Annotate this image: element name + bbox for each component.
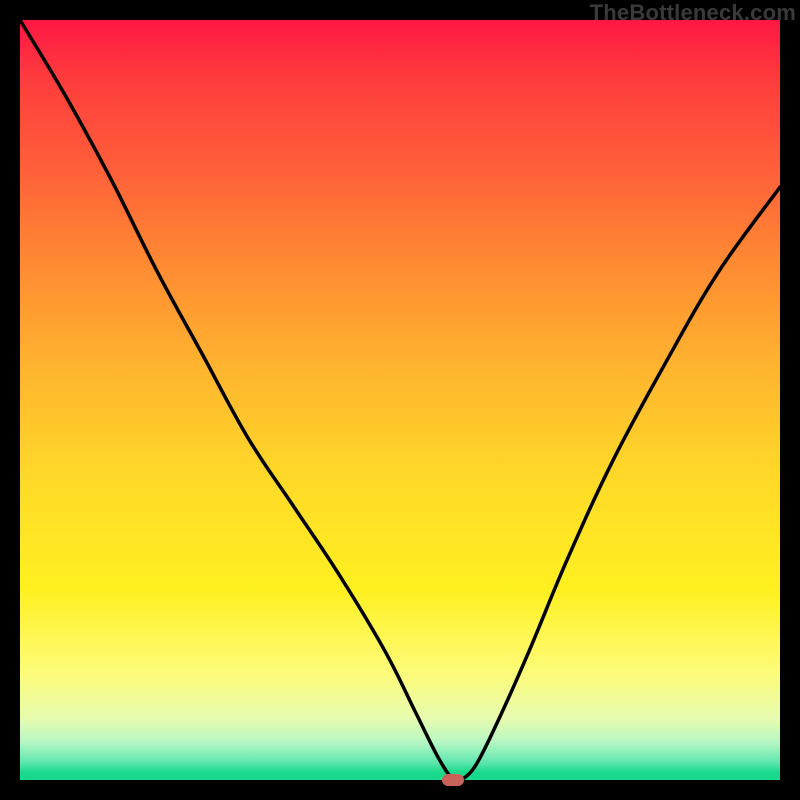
plot-area bbox=[20, 20, 780, 780]
optimal-point-marker bbox=[442, 774, 464, 786]
chart-frame: TheBottleneck.com bbox=[0, 0, 800, 800]
bottleneck-curve bbox=[20, 20, 780, 780]
watermark-text: TheBottleneck.com bbox=[590, 0, 796, 26]
